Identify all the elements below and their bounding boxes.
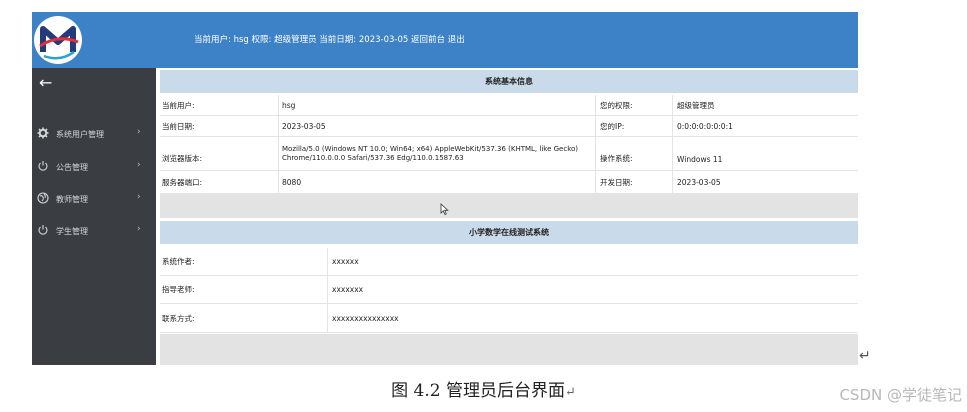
chevron-right-icon: › — [137, 127, 141, 137]
power-icon — [38, 225, 48, 235]
row-value: xxxxxx — [332, 257, 359, 266]
power-icon — [38, 161, 48, 171]
row-label: 浏览器版本: — [162, 154, 203, 163]
row-label: 系统作者: — [162, 257, 195, 266]
header-role-value: 超级管理员 — [274, 35, 317, 45]
gear-icon — [37, 127, 49, 139]
row-label: 您的IP: — [600, 121, 625, 131]
system-info-title: 系统基本信息 — [160, 70, 858, 93]
sidebar-item-label: 公告管理 — [56, 163, 88, 172]
row-value: 2023-03-05 — [677, 177, 721, 187]
row-value: xxxxxxx — [332, 285, 364, 294]
table-row: 当前日期: 2023-03-05 您的IP: 0:0:0:0:0:0:0:1 — [160, 116, 858, 137]
back-to-frontend-link[interactable]: 返回前台 — [411, 35, 445, 45]
sidebar: ← 系统用户管理 › 公告管理 › 教师管理 › 学生管理 › — [32, 68, 156, 365]
chevron-right-icon: › — [137, 192, 141, 202]
sidebar-item-label: 学生管理 — [56, 227, 88, 236]
table-row: 系统作者: xxxxxx — [160, 248, 858, 276]
header-date-label: 当前日期: — [319, 35, 357, 45]
table-row: 联系方式: xxxxxxxxxxxxxxx — [160, 304, 858, 333]
row-value: 8080 — [282, 177, 302, 187]
row-label: 指导老师: — [162, 285, 195, 294]
top-header: 当前用户: hsg 权限: 超级管理员 当前日期: 2023-03-05 返回前… — [32, 12, 858, 68]
logo-icon — [34, 16, 82, 64]
arrow-left-icon[interactable]: ← — [39, 75, 52, 91]
row-label: 您的权限: — [600, 100, 633, 110]
row-value: xxxxxxxxxxxxxxx — [332, 313, 399, 323]
sidebar-item-label: 系统用户管理 — [56, 130, 104, 139]
row-label: 当前日期: — [162, 121, 195, 131]
mouse-cursor-icon — [440, 203, 449, 216]
main-content: 系统基本信息 当前用户: hsg 您的权限: 超级管理员 当前日期: 2023-… — [160, 68, 858, 365]
watermark: CSDN @学徒笔记 — [839, 386, 962, 404]
sidebar-item-teachers[interactable]: 教师管理 › — [32, 187, 156, 211]
row-value: Windows 11 — [677, 155, 723, 164]
header-user-info: 当前用户: hsg 权限: 超级管理员 当前日期: 2023-03-05 返回前… — [194, 33, 465, 45]
row-label: 当前用户: — [162, 100, 195, 110]
header-user-label: 当前用户: — [194, 35, 231, 45]
chevron-right-icon: › — [137, 224, 141, 234]
sidebar-item-announcements[interactable]: 公告管理 › — [32, 155, 156, 179]
admin-window: 当前用户: hsg 权限: 超级管理员 当前日期: 2023-03-05 返回前… — [32, 12, 858, 365]
row-label: 联系方式: — [162, 313, 195, 323]
row-label: 操作系统: — [600, 154, 633, 163]
project-info-title: 小学数学在线测试系统 — [160, 221, 858, 244]
sidebar-item-system-users[interactable]: 系统用户管理 › — [32, 122, 156, 146]
row-value: 2023-03-05 — [282, 121, 326, 131]
table-row: 浏览器版本: Mozilla/5.0 (Windows NT 10.0; Win… — [160, 137, 858, 171]
sidebar-item-label: 教师管理 — [56, 195, 88, 204]
row-value: hsg — [282, 100, 296, 110]
globe-icon — [37, 192, 49, 204]
row-value: 超级管理员 — [677, 100, 715, 110]
table-row: 指导老师: xxxxxxx — [160, 276, 858, 304]
row-label: 开发日期: — [600, 177, 633, 187]
row-value: 0:0:0:0:0:0:0:1 — [677, 121, 733, 131]
table-row: 服务器端口: 8080 开发日期: 2023-03-05 — [160, 171, 858, 194]
logout-link[interactable]: 退出 — [448, 35, 465, 45]
separator-band — [160, 194, 858, 218]
return-mark-icon: ↵ — [859, 348, 871, 364]
sidebar-item-students[interactable]: 学生管理 › — [32, 219, 156, 243]
row-label: 服务器端口: — [162, 177, 203, 187]
footer-band — [160, 334, 858, 365]
browser-version-value: Mozilla/5.0 (Windows NT 10.0; Win64; x64… — [282, 144, 579, 162]
header-role-label: 权限: — [251, 35, 272, 45]
header-user-name: hsg — [233, 35, 249, 45]
caption-return-mark: ↵ — [564, 385, 576, 400]
table-row: 当前用户: hsg 您的权限: 超级管理员 — [160, 95, 858, 116]
chevron-right-icon: › — [137, 160, 141, 170]
figure-caption: 图 4.2 管理员后台界面↵ — [0, 376, 967, 401]
header-date-value: 2023-03-05 — [358, 35, 409, 45]
caption-text: 图 4.2 管理员后台界面 — [391, 381, 565, 401]
